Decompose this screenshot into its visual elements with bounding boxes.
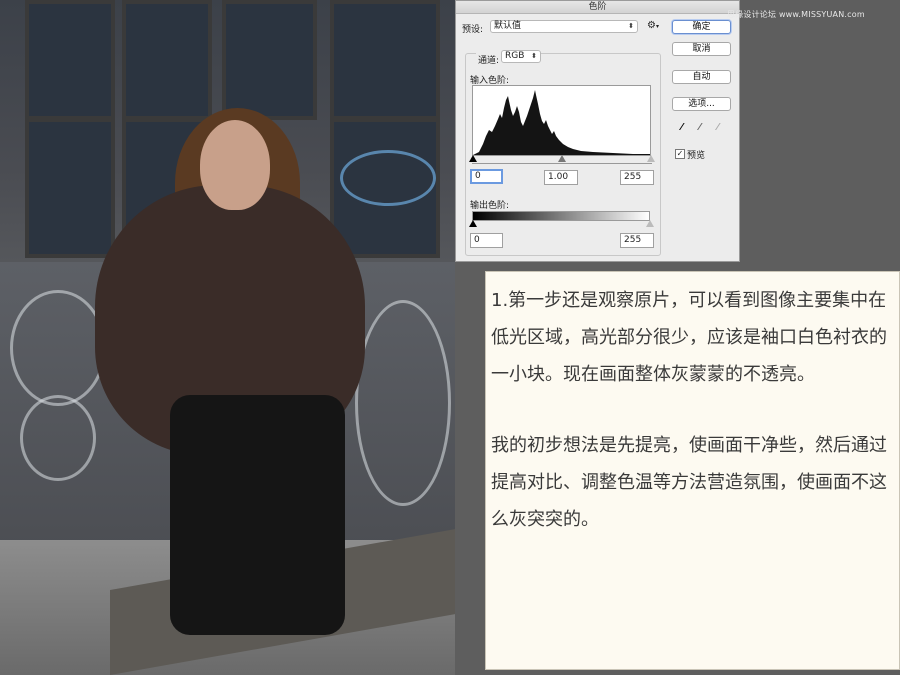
photo-canvas: [0, 0, 455, 675]
graffiti-mark: [355, 300, 451, 506]
gear-icon[interactable]: ⚙▾: [647, 20, 659, 31]
preview-label: 预览: [687, 151, 706, 161]
preset-label: 预设:: [462, 25, 484, 35]
graffiti-mark: [340, 150, 436, 206]
cancel-button[interactable]: 取消: [672, 42, 731, 56]
building-window: [330, 0, 440, 120]
building-window: [25, 0, 115, 120]
output-levels-label: 输出色阶:: [470, 201, 510, 211]
channel-value: RGB: [505, 51, 525, 61]
output-black-slider[interactable]: [469, 220, 477, 227]
input-slider-track: [472, 163, 652, 164]
model-face: [200, 120, 270, 210]
preset-value: 默认值: [494, 21, 522, 31]
histogram-graph: [473, 90, 650, 155]
model-legs: [170, 395, 345, 635]
histogram: [472, 85, 651, 156]
chevron-updown-icon: ⬍: [531, 52, 537, 60]
input-gamma-slider[interactable]: [558, 155, 566, 162]
histogram-shape: [473, 90, 650, 155]
black-eyedropper-icon[interactable]: ⁄: [681, 122, 691, 134]
graffiti-mark: [10, 290, 106, 406]
channel-label: 通道:: [476, 53, 502, 66]
graffiti-mark: [20, 395, 96, 481]
input-black-slider[interactable]: [469, 155, 477, 162]
building-window: [222, 0, 317, 120]
chevron-updown-icon: ⬍: [628, 22, 634, 30]
note-paragraph-2: 我的初步想法是先提亮，使画面干净些，然后通过提高对比、调整色温等方法营造氛围，使…: [491, 435, 887, 530]
preset-select[interactable]: 默认值 ⬍: [490, 20, 638, 33]
levels-dialog: 色阶 预设: 默认值 ⬍ ⚙▾ 确定 取消 自动 选项... ⁄ ⁄ ⁄ ✓ 预…: [455, 0, 740, 262]
note-paragraph-1: 1.第一步还是观察原片，可以看到图像主要集中在低光区域，高光部分很少，应该是袖口…: [491, 290, 887, 385]
output-white-field[interactable]: 255: [620, 233, 654, 248]
site-watermark: 思缘设计论坛 www.MISSYUAN.com: [727, 10, 865, 19]
input-white-slider[interactable]: [647, 155, 655, 162]
options-button[interactable]: 选项...: [672, 97, 731, 111]
auto-button[interactable]: 自动: [672, 70, 731, 84]
gray-eyedropper-icon[interactable]: ⁄: [699, 122, 709, 134]
input-white-field[interactable]: 255: [620, 170, 654, 185]
white-eyedropper-icon[interactable]: ⁄: [717, 122, 727, 134]
ok-button[interactable]: 确定: [672, 20, 731, 34]
output-gradient: [472, 211, 650, 221]
input-black-field[interactable]: 0: [470, 169, 503, 184]
building-window: [122, 0, 212, 120]
channel-select[interactable]: RGB ⬍: [501, 50, 541, 63]
tutorial-note-panel: 1.第一步还是观察原片，可以看到图像主要集中在低光区域，高光部分很少，应该是袖口…: [485, 271, 900, 670]
dialog-title: 色阶: [456, 1, 739, 14]
input-gamma-field[interactable]: 1.00: [544, 170, 578, 185]
building-window: [25, 118, 115, 258]
preview-checkbox[interactable]: ✓: [675, 149, 685, 159]
output-white-slider[interactable]: [646, 220, 654, 227]
output-black-field[interactable]: 0: [470, 233, 503, 248]
